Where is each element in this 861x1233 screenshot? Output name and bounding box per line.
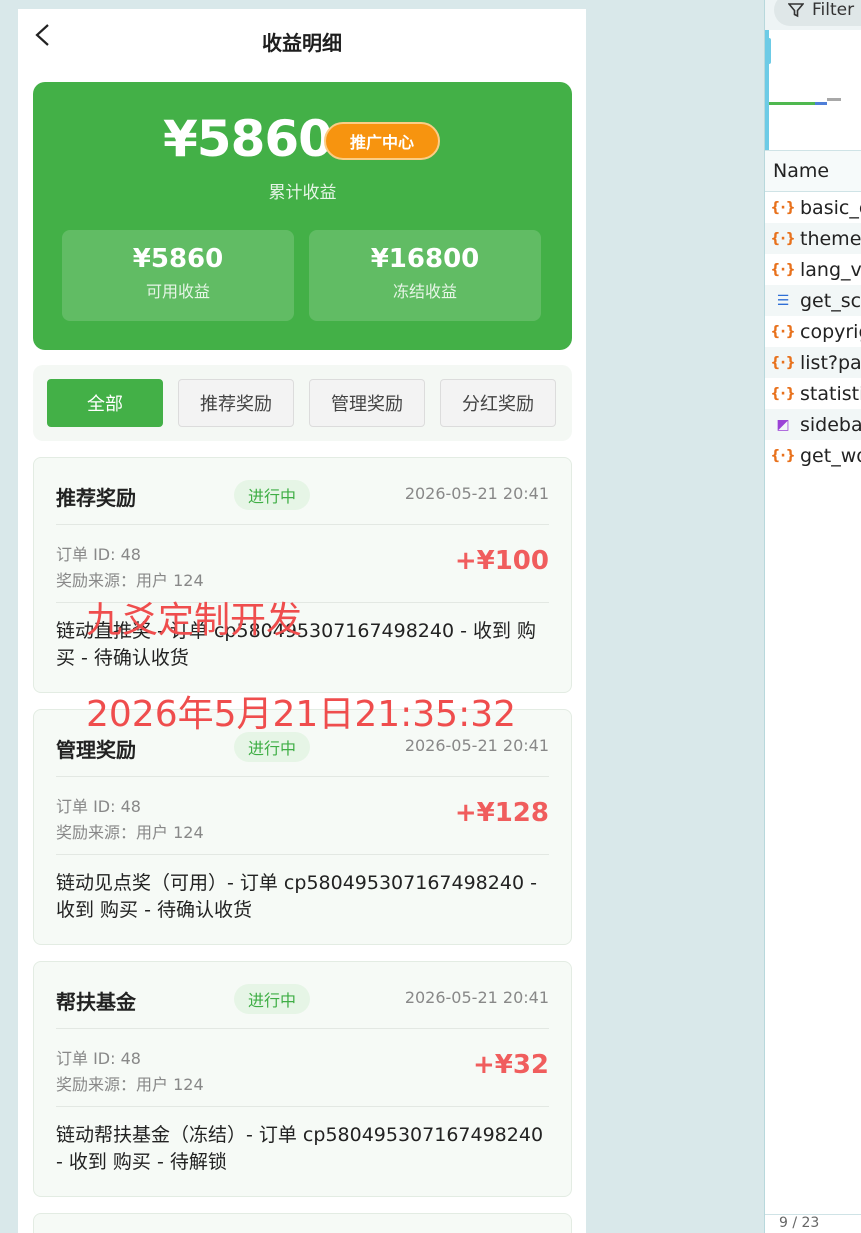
record-description: 链动帮扶基金（冻结）- 订单 cp580495307167498240 - 收到… (56, 1124, 544, 1173)
total-earnings-amount: ¥5860 (163, 110, 333, 168)
tab-all[interactable]: 全部 (47, 379, 163, 427)
record-date: 2026-05-21 20:41 (404, 736, 549, 755)
reward-source: 奖励来源：用户 124 (56, 823, 204, 842)
divider (56, 1028, 549, 1029)
record-amount: +¥128 (454, 798, 549, 828)
divider (56, 1106, 549, 1107)
earning-record-card[interactable] (33, 1213, 572, 1233)
request-row[interactable]: ☰ get_scr (765, 285, 861, 316)
divider (56, 602, 549, 603)
page-title: 收益明细 (262, 31, 342, 55)
json-icon: {·} (770, 447, 796, 464)
filter-icon (788, 3, 804, 18)
filter-tabs: 全部 推荐奖励 管理奖励 分红奖励 (33, 365, 572, 441)
frozen-earnings-label: 冻结收益 (392, 282, 457, 301)
record-type: 帮扶基金 (56, 990, 136, 1014)
json-icon: {·} (770, 323, 796, 340)
request-name: get_scr (800, 289, 861, 312)
request-name: list?pag (800, 351, 861, 374)
request-row[interactable]: ◩ sidebar (765, 409, 861, 440)
available-earnings-value: ¥5860 (132, 244, 224, 274)
request-name: theme (800, 227, 861, 250)
json-icon: {·} (770, 199, 796, 216)
request-name: basic_c (800, 196, 861, 219)
request-list: {·}basic_c {·}theme {·}lang_ve ☰get_scr … (765, 192, 861, 471)
document-icon: ☰ (776, 292, 790, 309)
devtools-toolbar: Filter (765, 0, 861, 30)
request-row[interactable]: {·}copyrig (765, 316, 861, 347)
record-date: 2026-05-21 20:41 (404, 484, 549, 503)
mobile-app: 收益明细 ¥5860 推广中心 累计收益 ¥5860 可用收益 ¥16800 冻… (18, 9, 586, 1233)
earning-record-card[interactable]: 推荐奖励 进行中 2026-05-21 20:41 订单 ID: 48 奖励来源… (33, 457, 572, 693)
order-id: 订单 ID: 48 (56, 1049, 141, 1068)
divider (56, 776, 549, 777)
request-name: sidebar (800, 413, 861, 436)
earnings-summary-card: ¥5860 推广中心 累计收益 ¥5860 可用收益 ¥16800 冻结收益 (33, 82, 572, 350)
timeline-bar (815, 102, 827, 105)
request-name: statistic (800, 382, 861, 405)
name-column-header[interactable]: Name (765, 151, 861, 192)
json-icon: {·} (770, 230, 796, 247)
earning-record-card[interactable]: 管理奖励 进行中 2026-05-21 20:41 订单 ID: 48 奖励来源… (33, 709, 572, 945)
divider (56, 854, 549, 855)
filter-label: Filter (812, 0, 855, 20)
status-badge: 进行中 (234, 480, 311, 510)
tab-dividend-reward[interactable]: 分红奖励 (440, 379, 556, 427)
record-date: 2026-05-21 20:41 (404, 988, 549, 1007)
network-overview-timeline[interactable] (765, 30, 861, 151)
record-amount: +¥32 (472, 1050, 549, 1080)
timeline-grip[interactable] (765, 38, 771, 64)
total-earnings-label: 累计收益 (268, 183, 337, 203)
order-id: 订单 ID: 48 (56, 545, 141, 564)
status-badge: 进行中 (234, 732, 311, 762)
json-icon: {·} (770, 385, 796, 402)
devtools-network-panel: Filter Name {·}basic_c {·}theme {·}lang_… (764, 0, 861, 1233)
record-type: 推荐奖励 (56, 486, 136, 510)
json-icon: {·} (770, 261, 796, 278)
record-description: 链动直推奖 - 订单 cp580495307167498240 - 收到 购买 … (56, 620, 537, 669)
earning-record-card[interactable]: 帮扶基金 进行中 2026-05-21 20:41 订单 ID: 48 奖励来源… (33, 961, 572, 1197)
request-row[interactable]: {·}get_wo (765, 440, 861, 471)
filter-button[interactable]: Filter (774, 0, 861, 26)
request-row[interactable]: {·} theme (765, 223, 861, 254)
record-description: 链动见点奖（可用）- 订单 cp580495307167498240 - 收到 … (56, 872, 537, 921)
request-name: lang_ve (800, 258, 861, 281)
reward-source: 奖励来源：用户 124 (56, 571, 204, 590)
record-amount: +¥100 (454, 546, 549, 576)
request-row[interactable]: {·}lang_ve (765, 254, 861, 285)
tab-referral-reward[interactable]: 推荐奖励 (178, 379, 294, 427)
available-earnings-label: 可用收益 (145, 282, 210, 301)
available-earnings-box: ¥5860 可用收益 (62, 230, 294, 321)
request-count: 9 / 23 (765, 1214, 861, 1233)
record-type: 管理奖励 (56, 738, 136, 762)
reward-source: 奖励来源：用户 124 (56, 1075, 204, 1094)
request-name: copyrig (800, 320, 861, 343)
order-id: 订单 ID: 48 (56, 797, 141, 816)
timeline-bar (827, 98, 841, 101)
image-icon: ◩ (776, 416, 790, 433)
request-row[interactable]: {·}basic_c (765, 192, 861, 223)
tab-management-reward[interactable]: 管理奖励 (309, 379, 425, 427)
json-icon: {·} (770, 354, 796, 371)
frozen-earnings-box: ¥16800 冻结收益 (309, 230, 541, 321)
request-row[interactable]: {·}statistic (765, 378, 861, 409)
promotion-center-button[interactable]: 推广中心 (324, 122, 440, 160)
timeline-bar (769, 102, 815, 105)
request-name: get_wo (800, 444, 861, 467)
status-badge: 进行中 (234, 984, 311, 1014)
request-row[interactable]: {·}list?pag (765, 347, 861, 378)
frozen-earnings-value: ¥16800 (370, 244, 480, 274)
divider (56, 524, 549, 525)
nav-bar: 收益明细 (18, 9, 586, 71)
